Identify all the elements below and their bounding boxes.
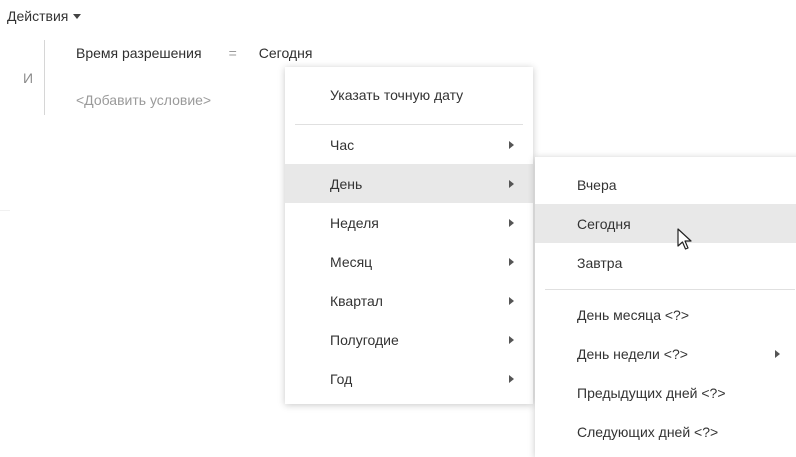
menu-item-exact-date[interactable]: Указать точную дату: [285, 75, 533, 114]
chevron-right-icon: [775, 349, 780, 358]
add-condition-link[interactable]: <Добавить условие>: [76, 92, 211, 108]
menu-item-half-year[interactable]: Полугодие: [285, 320, 533, 359]
submenu-item-today[interactable]: Сегодня: [535, 204, 796, 243]
menu-item-quarter[interactable]: Квартал: [285, 281, 533, 320]
date-period-menu: Указать точную дату Час День Неделя Меся…: [285, 67, 533, 404]
menu-item-week[interactable]: Неделя: [285, 203, 533, 242]
filter-condition[interactable]: Время разрешения = Сегодня: [76, 45, 312, 61]
chevron-right-icon: [509, 335, 514, 344]
submenu-item-label: День недели <?>: [577, 345, 688, 362]
condition-operator[interactable]: =: [229, 45, 237, 61]
submenu-item-day-of-month[interactable]: День месяца <?>: [535, 295, 796, 334]
condition-value[interactable]: Сегодня: [259, 45, 313, 61]
actions-menu-button[interactable]: Действия: [7, 8, 82, 24]
menu-item-label: Квартал: [330, 292, 383, 309]
menu-item-year[interactable]: Год: [285, 359, 533, 398]
submenu-item-label: Сегодня: [577, 215, 631, 232]
menu-item-day[interactable]: День: [285, 164, 533, 203]
logical-operator-and[interactable]: И: [23, 70, 33, 86]
chevron-right-icon: [509, 179, 514, 188]
submenu-item-previous-days[interactable]: Предыдущих дней <?>: [535, 373, 796, 412]
mouse-pointer-icon: [677, 228, 692, 250]
menu-item-label: Месяц: [330, 253, 373, 270]
submenu-item-label: День месяца <?>: [577, 306, 690, 323]
menu-item-label: Неделя: [330, 214, 379, 231]
caret-down-icon: [73, 14, 82, 19]
submenu-item-label: Предыдущих дней <?>: [577, 384, 726, 401]
chevron-right-icon: [509, 374, 514, 383]
submenu-item-tomorrow[interactable]: Завтра: [535, 243, 796, 282]
submenu-item-day-of-week[interactable]: День недели <?>: [535, 334, 796, 373]
chevron-right-icon: [509, 218, 514, 227]
menu-item-label: День: [330, 175, 363, 192]
submenu-item-label: Вчера: [577, 176, 617, 193]
actions-label: Действия: [7, 8, 69, 24]
submenu-item-next-days[interactable]: Следующих дней <?>: [535, 412, 796, 451]
day-submenu: Вчера Сегодня Завтра День месяца <?> Ден…: [535, 157, 796, 457]
menu-item-month[interactable]: Месяц: [285, 242, 533, 281]
menu-item-hour[interactable]: Час: [285, 125, 533, 164]
submenu-item-yesterday[interactable]: Вчера: [535, 165, 796, 204]
chevron-right-icon: [509, 296, 514, 305]
condition-field[interactable]: Время разрешения: [76, 45, 202, 61]
submenu-item-label: Следующих дней <?>: [577, 423, 719, 440]
submenu-divider: [545, 289, 795, 290]
menu-item-label: Год: [330, 370, 353, 387]
menu-item-label: Полугодие: [330, 331, 399, 348]
chevron-right-icon: [509, 257, 514, 266]
menu-item-label: Указать точную дату: [330, 86, 464, 103]
condition-group-bracket: [44, 40, 45, 115]
menu-item-label: Час: [330, 136, 355, 153]
chevron-right-icon: [509, 140, 514, 149]
divider: [0, 210, 10, 211]
submenu-item-label: Завтра: [577, 254, 623, 271]
